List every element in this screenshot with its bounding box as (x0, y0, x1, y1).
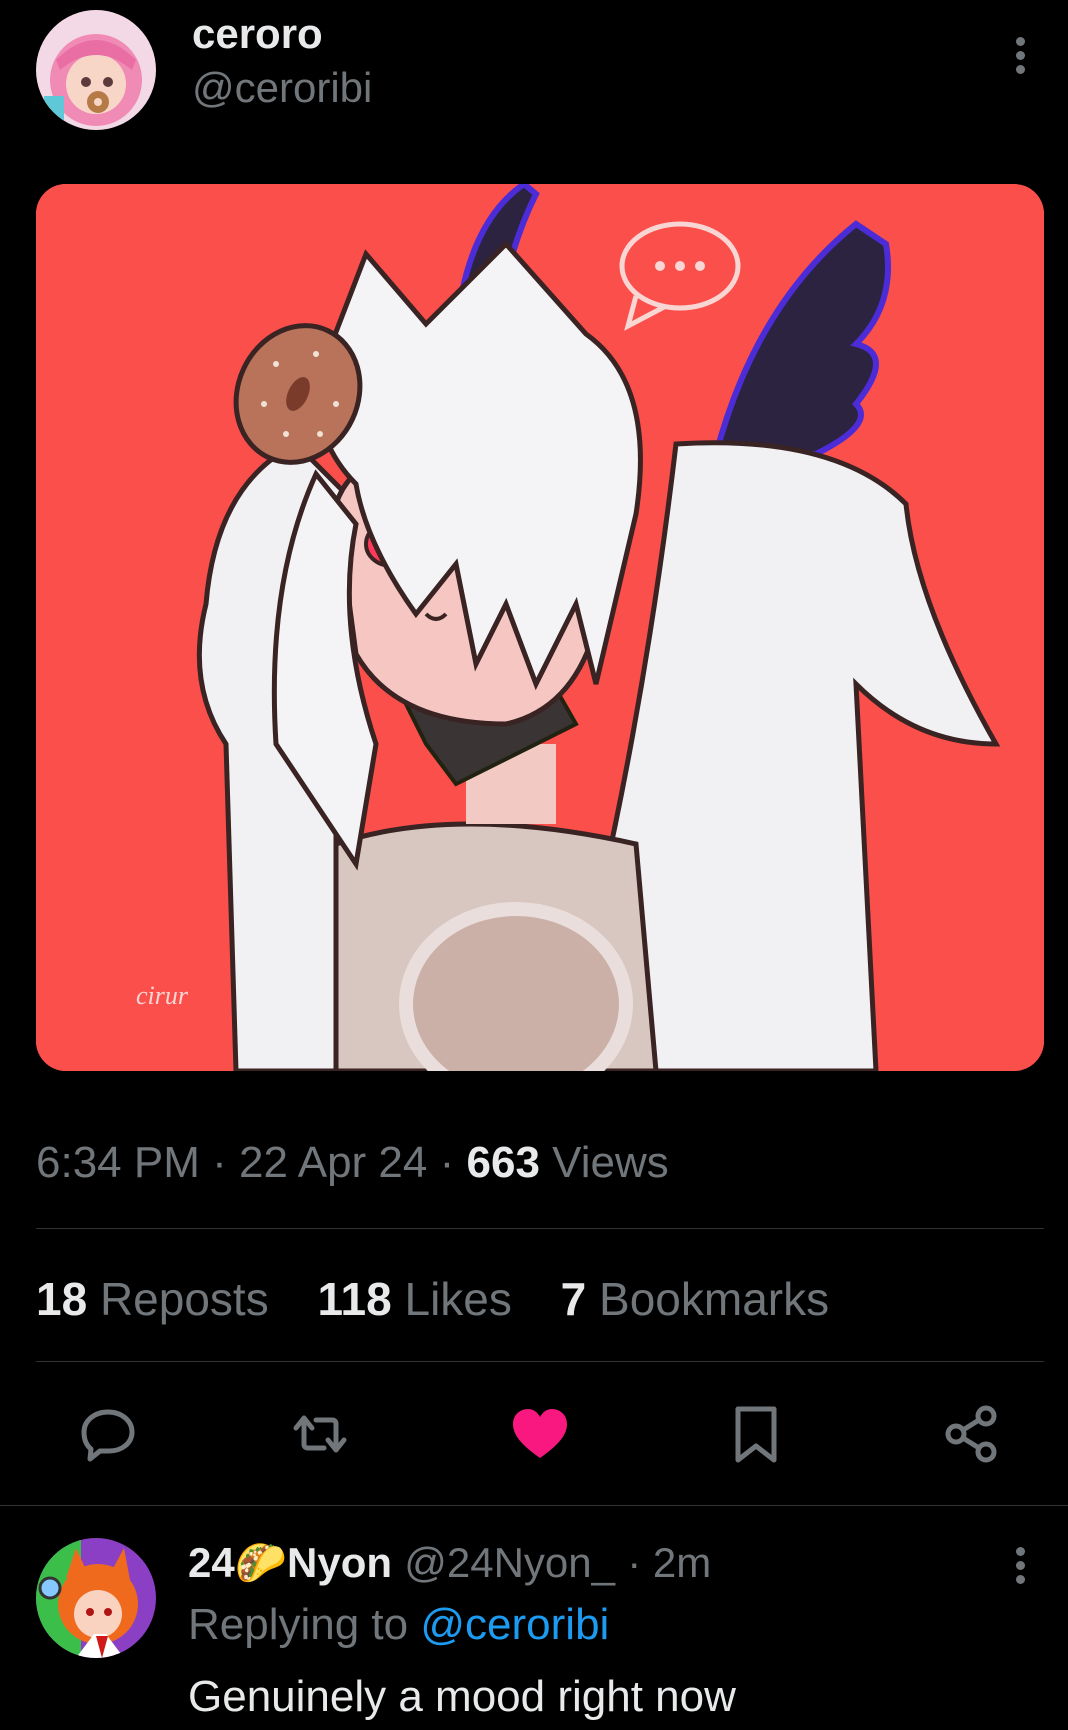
reply-age: · 2m (627, 1539, 712, 1586)
tweet-time: 6:34 PM (36, 1138, 200, 1187)
vertical-dots-icon[interactable] (1016, 32, 1028, 79)
meta-separator: · (212, 1138, 227, 1187)
divider (0, 1505, 1068, 1506)
divider (36, 1228, 1044, 1229)
views-count: 663 (466, 1138, 540, 1187)
tweet-timestamp[interactable]: 6:34 PM · 22 Apr 24 · 663 Views (36, 1138, 669, 1188)
replying-to-handle[interactable]: @ceroribi (420, 1600, 609, 1649)
meta-separator: · (439, 1138, 455, 1187)
author-handle[interactable]: @ceroribi (192, 64, 372, 112)
reposts-count: 18 (36, 1273, 88, 1325)
views-label: Views (552, 1138, 669, 1187)
bookmarks-stat[interactable]: 7 Bookmarks (561, 1273, 829, 1325)
reposts-label: Reposts (99, 1273, 269, 1325)
repost-button[interactable] (290, 1404, 350, 1464)
bookmarks-count: 7 (560, 1273, 587, 1325)
reposts-stat[interactable]: 18 Reposts (36, 1273, 269, 1325)
likes-stat[interactable]: 118 Likes (317, 1273, 511, 1325)
speech-bubble-icon (81, 1409, 135, 1462)
bookmarks-label: Bookmarks (599, 1273, 830, 1325)
replying-prefix: Replying to (188, 1600, 409, 1649)
heart-filled-icon (513, 1409, 567, 1458)
repost-arrows-icon (293, 1415, 347, 1453)
author-name[interactable]: ceroro (192, 10, 323, 58)
bookmark-icon (735, 1406, 777, 1463)
bookmark-button[interactable] (726, 1404, 786, 1464)
share-nodes-icon (945, 1405, 997, 1463)
tweet-stats: 18 Reposts 118 Likes 7 Bookmarks (36, 1272, 865, 1326)
share-button[interactable] (942, 1404, 1002, 1464)
divider (36, 1361, 1044, 1362)
like-button[interactable] (510, 1404, 570, 1464)
reply-button[interactable] (78, 1404, 138, 1464)
reply-text: Genuinely a mood right now (188, 1672, 736, 1721)
reply-header: 24🌮Nyon @24Nyon_ · 2m (188, 1538, 711, 1588)
replying-to: Replying to @ceroribi (188, 1600, 609, 1650)
author-avatar[interactable] (36, 10, 156, 130)
tweet-date: 22 Apr 24 (239, 1138, 428, 1187)
likes-count: 118 (317, 1273, 392, 1325)
reply-author-handle[interactable]: @24Nyon_ (404, 1539, 615, 1586)
tweet-image[interactable]: cirur (36, 184, 1044, 1071)
reply-author-avatar[interactable] (36, 1538, 156, 1658)
artwork-illustration: cirur (36, 184, 1044, 1071)
reply-author-name[interactable]: 24🌮Nyon (188, 1539, 392, 1586)
likes-label: Likes (404, 1273, 512, 1325)
artist-signature: cirur (136, 981, 189, 1010)
vertical-dots-icon[interactable] (1016, 1542, 1028, 1589)
